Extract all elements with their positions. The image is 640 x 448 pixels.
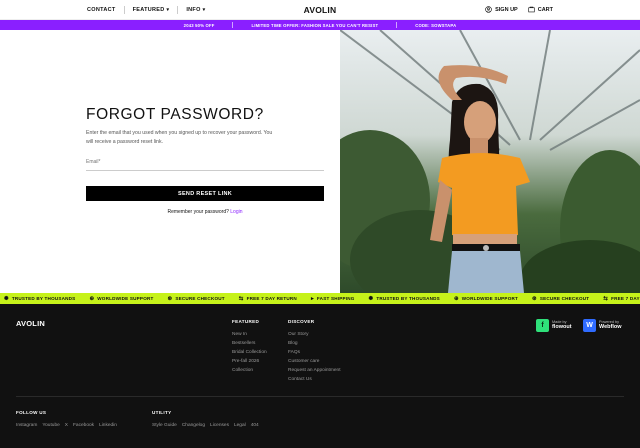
star-icon: ✺	[368, 295, 374, 302]
ticker-item: ⊛ SECURE CHECKOUT	[532, 296, 589, 302]
ticker-label: TRUSTED BY THOUSANDS	[376, 296, 440, 301]
globe-icon: ⊕	[89, 295, 95, 302]
powered-by-webflow-badge[interactable]: W Powered by Webflow	[583, 318, 622, 332]
footer: AVOLIN FEATURED New In Bestsellers Brida…	[0, 304, 640, 448]
features-ticker: ✺ TRUSTED BY THOUSANDS ⊕ WORLDWIDE SUPPORT…	[0, 293, 640, 304]
promo-divider	[232, 22, 234, 28]
footer-discover-title: DISCOVER	[288, 319, 315, 324]
flowout-logo-icon: f	[536, 318, 549, 332]
footer-discover-link[interactable]: Customer care	[288, 359, 319, 364]
star-icon: ✺	[4, 295, 9, 302]
instagram-link[interactable]: Instagram	[16, 423, 37, 428]
footer-featured-title: FEATURED	[232, 319, 260, 324]
footer-discover-link[interactable]: Contact Us	[288, 377, 312, 382]
youtube-link[interactable]: Youtube	[42, 423, 59, 428]
promo-item: LIMITED TIME OFFER: FASHION SALE YOU CAN…	[251, 22, 379, 28]
lock-icon: ⊛	[167, 295, 173, 302]
ticker-item: ⊕ WORLDWIDE SUPPORT	[89, 296, 153, 302]
changelog-link[interactable]: Changelog	[182, 423, 205, 428]
email-field[interactable]	[86, 160, 324, 170]
return-icon: ⇆	[238, 295, 244, 302]
cart-icon	[528, 6, 535, 13]
footer-divider	[16, 396, 624, 397]
remember-label: Remember your password?	[167, 209, 229, 215]
footer-featured-link[interactable]: Collection	[232, 368, 253, 373]
footer-follow-title: FOLLOW US	[16, 410, 47, 415]
woman-portrait-photo	[340, 30, 640, 293]
ticker-item: ⊛ SECURE CHECKOUT	[168, 296, 225, 302]
promo-item: 2043 50% OFF	[183, 22, 215, 28]
x-link[interactable]: X	[65, 423, 68, 428]
user-icon	[485, 6, 492, 13]
footer-discover-link[interactable]: Our Story	[288, 332, 309, 337]
footer-featured-link[interactable]: Pre-fall 2026	[232, 359, 259, 364]
webflow-badge-name: Webflow	[599, 324, 622, 330]
linkedin-link[interactable]: Linkedin	[99, 423, 117, 428]
footer-featured-link[interactable]: Bestsellers	[232, 341, 255, 346]
promo-bar: 2043 50% OFF LIMITED TIME OFFER: FASHION…	[0, 20, 640, 30]
made-by-flowout-badge[interactable]: f Made by flowout	[536, 318, 572, 332]
promo-divider	[396, 22, 398, 28]
hero-photo	[340, 30, 640, 293]
promo-item: CODE: SOWSTAPA	[415, 22, 457, 28]
email-underline	[86, 170, 324, 171]
page: CONTACT FEATURED ▾ INFO ▾ AVOLIN SIGN UP…	[0, 0, 640, 448]
ticker-item: ✺ TRUSTED BY THOUSANDS	[369, 296, 440, 302]
licenses-link[interactable]: Licenses	[210, 423, 229, 428]
ticker-label: WORLDWIDE SUPPORT	[97, 296, 154, 301]
cart-label: CART	[537, 6, 553, 13]
footer-featured-link[interactable]: Bridal Collection	[232, 350, 267, 355]
remember-password-text: Remember your password? Login	[86, 209, 324, 215]
footer-brand-logo[interactable]: AVOLIN	[16, 319, 45, 328]
form-description: Enter the email that you used when you s…	[86, 130, 273, 145]
ticker-item: ⇆ FREE 7 DAY RETURN	[239, 296, 297, 302]
footer-discover-link[interactable]: Request an Appointment	[288, 368, 341, 373]
ticker-item: ⊕ WORLDWIDE SUPPORT	[454, 296, 518, 302]
truck-icon: ▸	[310, 295, 314, 302]
send-reset-link-button[interactable]: SEND RESET LINK	[86, 186, 324, 201]
nav-right: SIGN UP CART	[485, 6, 553, 13]
cart-link[interactable]: CART	[528, 6, 553, 13]
footer-social-links: Instagram Youtube X Facebook Linkedin	[16, 423, 117, 428]
return-icon: ⇆	[603, 295, 609, 302]
globe-icon: ⊕	[453, 295, 459, 302]
ticker-label: WORLDWIDE SUPPORT	[461, 296, 518, 301]
footer-utility-title: UTILITY	[152, 410, 172, 415]
top-nav: CONTACT FEATURED ▾ INFO ▾ AVOLIN SIGN UP…	[0, 0, 640, 20]
ticker-label: FREE 7 DAY RETURN	[246, 296, 297, 301]
style-guide-link[interactable]: Style Guide	[152, 423, 177, 428]
forgot-password-panel: FORGOT PASSWORD? Enter the email that yo…	[0, 30, 340, 293]
webflow-badge-text: Powered by Webflow	[599, 320, 622, 331]
webflow-logo-icon: W	[583, 318, 596, 332]
page-title: FORGOT PASSWORD?	[86, 106, 264, 123]
footer-discover-link[interactable]: FAQs	[288, 350, 300, 355]
ticker-label: FAST SHIPPING	[316, 296, 355, 301]
ticker-label: TRUSTED BY THOUSANDS	[11, 296, 76, 301]
ticker-label: SECURE CHECKOUT	[175, 296, 225, 301]
footer-utility-links: Style Guide Changelog Licenses Legal 404	[152, 423, 259, 428]
facebook-link[interactable]: Facebook	[73, 423, 94, 428]
ticker-item: ✺ TRUSTED BY THOUSANDS	[4, 296, 75, 302]
flowout-badge-text: Made by flowout	[552, 320, 572, 331]
flowout-badge-name: flowout	[552, 324, 572, 330]
sign-up-label: SIGN UP	[495, 6, 518, 13]
legal-link[interactable]: Legal	[234, 423, 246, 428]
ticker-item: ⇆ FREE 7 DAY	[603, 296, 639, 302]
footer-discover-link[interactable]: Blog	[288, 341, 298, 346]
login-link[interactable]: Login	[230, 209, 242, 215]
404-link[interactable]: 404	[251, 423, 259, 428]
ticker-label: SECURE CHECKOUT	[539, 296, 590, 301]
ticker-label: FREE 7 DAY	[611, 296, 640, 301]
lock-icon: ⊛	[532, 295, 537, 302]
ticker-item: ▸ FAST SHIPPING	[311, 296, 355, 302]
footer-featured-link[interactable]: New In	[232, 332, 247, 337]
sign-up-link[interactable]: SIGN UP	[485, 6, 518, 13]
